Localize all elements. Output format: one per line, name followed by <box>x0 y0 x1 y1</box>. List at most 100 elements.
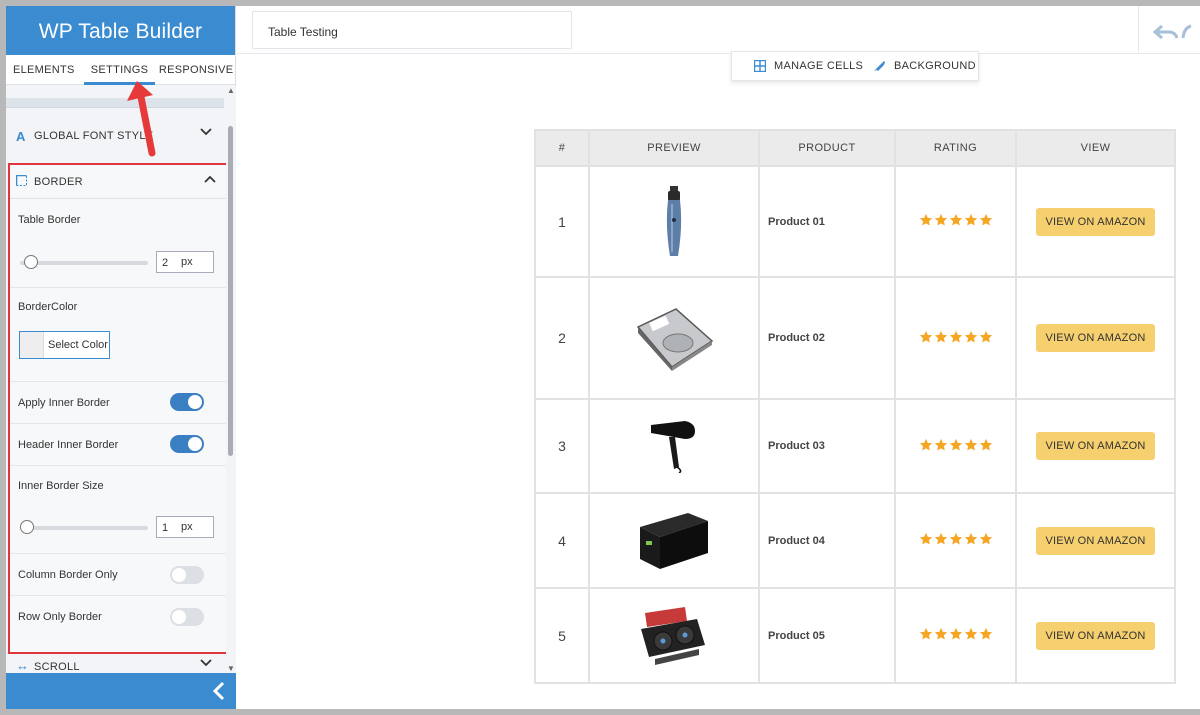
cell-toolbar: MANAGE CELLS BACKGROUND <box>731 51 979 81</box>
table-border-control: Table Border 2 px <box>10 199 226 288</box>
star-icon <box>979 627 992 640</box>
star-icon <box>934 438 947 451</box>
preview-cell[interactable] <box>588 492 760 589</box>
table-row: 1 Product 01 VIEW ON AMAZON <box>534 165 1176 278</box>
row-only-border-control: Row Only Border <box>10 596 226 638</box>
grid-icon <box>754 60 766 72</box>
star-icon <box>949 330 962 343</box>
row-only-border-label: Row Only Border <box>18 611 102 623</box>
scrollbar-thumb[interactable] <box>228 126 233 456</box>
header-cell-rating[interactable]: RATING <box>894 129 1017 167</box>
rating-cell[interactable] <box>894 165 1017 278</box>
section-global-font-style[interactable]: A GLOBAL FONT STYLE <box>6 116 224 156</box>
chevron-down-icon <box>200 128 212 136</box>
row-number-cell[interactable]: 4 <box>534 492 590 589</box>
chevron-up-icon[interactable] <box>204 175 216 183</box>
product-name-cell[interactable]: Product 01 <box>758 165 896 278</box>
row-number-cell[interactable]: 5 <box>534 587 590 684</box>
input-value: 2 <box>162 257 169 269</box>
header-cell-number[interactable]: # <box>534 129 590 167</box>
header-cell-view[interactable]: VIEW <box>1015 129 1176 167</box>
preview-cell[interactable] <box>588 587 760 684</box>
collapse-sidebar-icon[interactable] <box>212 681 226 706</box>
preview-cell[interactable] <box>588 276 760 400</box>
star-icon <box>919 213 932 226</box>
apply-inner-border-toggle[interactable] <box>170 393 204 411</box>
view-on-amazon-button[interactable]: VIEW ON AMAZON <box>1035 207 1156 236</box>
product-name-cell[interactable]: Product 02 <box>758 276 896 400</box>
manage-cells-button[interactable]: MANAGE CELLS <box>754 60 863 72</box>
view-on-amazon-button[interactable]: VIEW ON AMAZON <box>1035 432 1156 460</box>
table-row: 4 Product 04 VIEW ON AMAZON <box>534 492 1176 589</box>
select-color-button[interactable]: Select Color <box>19 331 110 359</box>
row-number-cell[interactable]: 1 <box>534 165 590 278</box>
inner-border-size-slider[interactable] <box>20 520 148 534</box>
background-button[interactable]: BACKGROUND <box>873 60 976 72</box>
product-name-cell[interactable]: Product 04 <box>758 492 896 589</box>
view-cell: VIEW ON AMAZON <box>1015 587 1176 684</box>
slider-handle[interactable] <box>20 520 34 534</box>
preview-cell[interactable] <box>588 165 760 278</box>
rating-cell[interactable] <box>894 276 1017 400</box>
apply-inner-border-control: Apply Inner Border <box>10 382 226 424</box>
redo-icon[interactable] <box>1181 24 1200 45</box>
view-on-amazon-button[interactable]: VIEW ON AMAZON <box>1035 324 1156 352</box>
toggle-dot <box>188 395 202 409</box>
hair-dryer-image <box>651 421 695 473</box>
star-icon <box>979 532 992 545</box>
manage-cells-label: MANAGE CELLS <box>774 60 864 72</box>
rating-cell[interactable] <box>894 492 1017 589</box>
star-rating <box>919 532 993 546</box>
star-icon <box>934 330 947 343</box>
product-name-cell[interactable]: Product 05 <box>758 587 896 684</box>
tab-elements[interactable]: ELEMENTS <box>6 55 82 84</box>
row-number-cell[interactable]: 3 <box>534 398 590 494</box>
view-cell: VIEW ON AMAZON <box>1015 165 1176 278</box>
border-color-control: BorderColor Select Color <box>10 288 226 382</box>
header-cell-preview[interactable]: PREVIEW <box>588 129 760 167</box>
star-icon <box>949 438 962 451</box>
table-header-row: # PREVIEW PRODUCT RATING VIEW <box>534 129 1176 167</box>
undo-icon[interactable] <box>1152 24 1179 45</box>
preview-cell[interactable] <box>588 398 760 494</box>
scroll-up-icon[interactable]: ▲ <box>227 86 235 95</box>
hair-trimmer-image <box>666 185 682 256</box>
table-border-input[interactable]: 2 px <box>156 251 214 273</box>
view-on-amazon-button[interactable]: VIEW ON AMAZON <box>1035 526 1156 555</box>
row-only-border-toggle[interactable] <box>170 608 204 626</box>
table-row: 2 Product 02 VIEW ON AMAZON <box>534 276 1176 400</box>
view-on-amazon-button[interactable]: VIEW ON AMAZON <box>1035 621 1156 650</box>
inner-border-size-input[interactable]: 1 px <box>156 516 214 538</box>
star-icon <box>934 532 947 545</box>
product-name-cell[interactable]: Product 03 <box>758 398 896 494</box>
header-cell-product[interactable]: PRODUCT <box>758 129 896 167</box>
graphics-card-image <box>641 606 705 665</box>
star-icon <box>964 438 977 451</box>
sidebar-scrollbar[interactable]: ▲ ▼ <box>226 86 236 678</box>
tab-responsive[interactable]: RESPONSIVE <box>157 55 235 84</box>
section-scroll[interactable]: ↔ SCROLL <box>6 653 224 673</box>
star-icon <box>919 627 932 640</box>
column-border-only-toggle[interactable] <box>170 566 204 584</box>
hard-drive-image <box>636 308 714 371</box>
border-section: BORDER Table Border 2 px BorderColor Sel… <box>8 163 228 654</box>
section-divider <box>6 98 224 108</box>
product-table: # PREVIEW PRODUCT RATING VIEW 1 Product … <box>534 129 1176 684</box>
ups-box-image <box>640 512 708 569</box>
star-rating <box>919 213 993 227</box>
slider-handle[interactable] <box>24 255 38 269</box>
app-frame: WP Table Builder ELEMENTS SETTINGS RESPO… <box>6 6 1200 709</box>
star-icon <box>919 532 932 545</box>
star-icon <box>964 532 977 545</box>
header-inner-border-control: Header Inner Border <box>10 424 226 466</box>
apply-inner-border-label: Apply Inner Border <box>18 397 110 409</box>
column-border-only-label: Column Border Only <box>18 569 118 581</box>
rating-cell[interactable] <box>894 587 1017 684</box>
row-number-cell[interactable]: 2 <box>534 276 590 400</box>
table-name-input[interactable]: Table Testing <box>252 11 572 49</box>
section-border-header[interactable]: BORDER <box>10 165 226 199</box>
header-inner-border-toggle[interactable] <box>170 435 204 453</box>
rating-cell[interactable] <box>894 398 1017 494</box>
table-border-slider[interactable] <box>20 255 148 269</box>
scroll-down-icon[interactable]: ▼ <box>227 664 235 673</box>
